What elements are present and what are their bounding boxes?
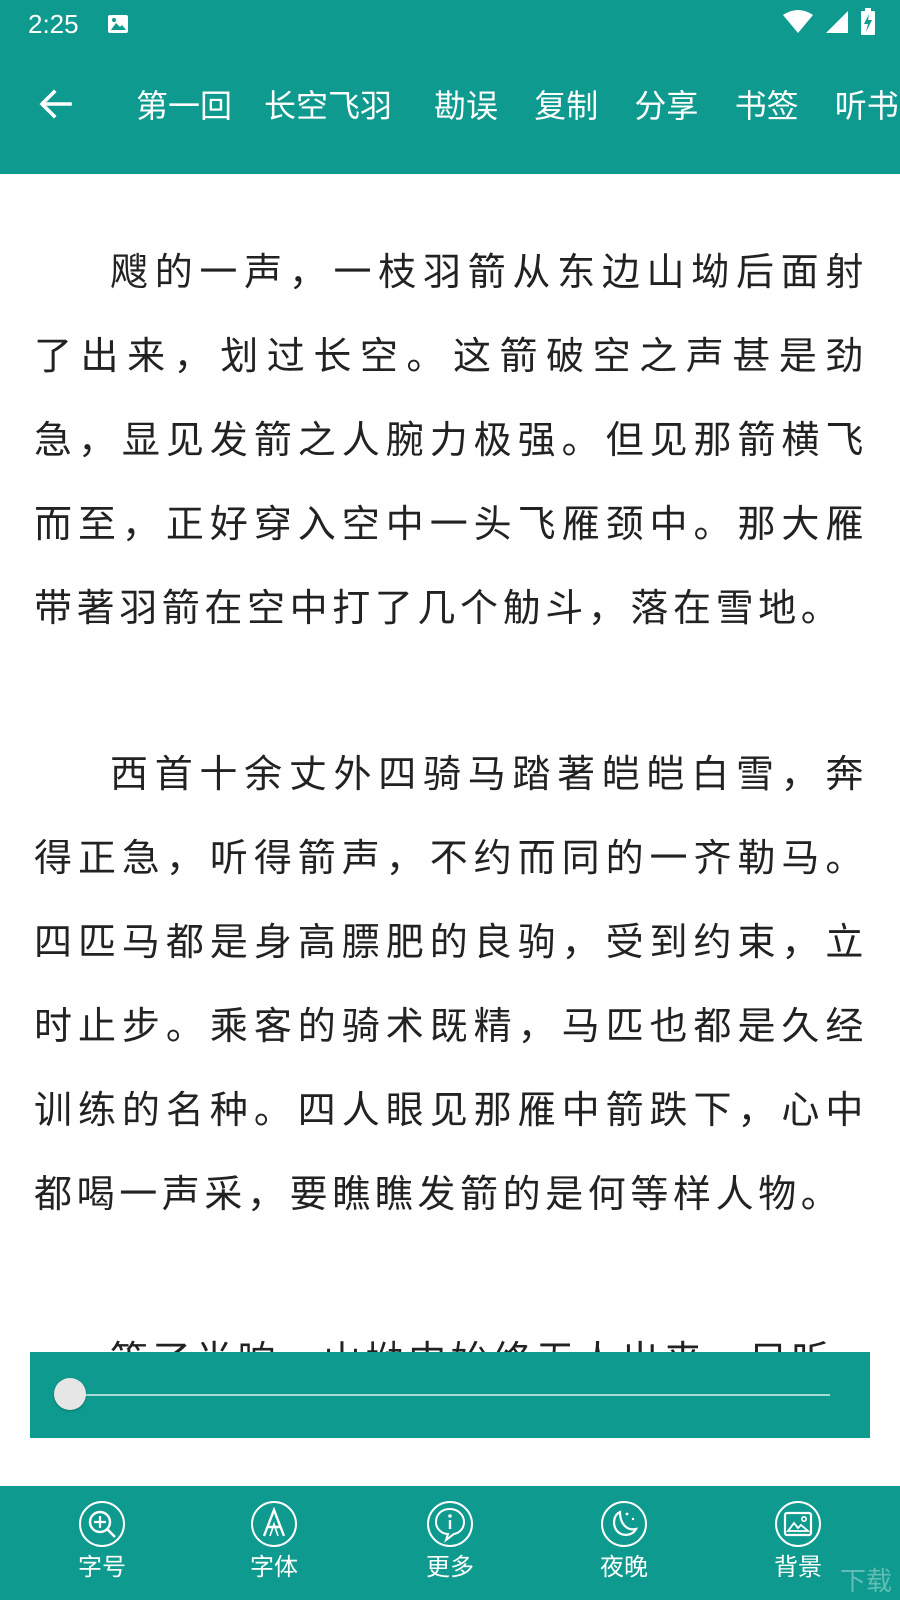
arrow-left-icon (38, 86, 74, 126)
status-icons (782, 8, 876, 40)
bottom-menu: 字号 字体 更多 夜晚 背景 下载 (0, 1486, 900, 1600)
copy-button[interactable]: 复制 (534, 84, 598, 128)
status-time: 2:25 (28, 9, 79, 39)
chapter-number: 第一回 (136, 87, 233, 125)
more-label: 更多 (426, 1553, 474, 1581)
chapter-name: 长空飞羽 (264, 87, 393, 125)
toolbar-actions: 勘误 复制 分享 书签 听书 (434, 84, 899, 128)
reader-toolbar: 第一回 长空飞羽 勘误 复制 分享 书签 听书 (0, 48, 900, 174)
progress-panel (30, 1352, 870, 1438)
share-button[interactable]: 分享 (634, 84, 698, 128)
font-label: 字体 (250, 1553, 298, 1581)
image-icon (106, 12, 130, 36)
more-button[interactable]: 更多 (390, 1500, 510, 1594)
font-button[interactable]: 字体 (214, 1500, 334, 1594)
font-size-button[interactable]: 字号 (42, 1500, 162, 1594)
listen-button[interactable]: 听书 (835, 84, 899, 128)
font-size-label: 字号 (78, 1553, 126, 1581)
correction-button[interactable]: 勘误 (434, 84, 498, 128)
wifi-icon (782, 9, 814, 39)
progress-slider-thumb[interactable] (54, 1378, 86, 1410)
night-mode-label: 夜晚 (600, 1553, 648, 1581)
battery-charging-icon (860, 8, 876, 40)
night-mode-button[interactable]: 夜晚 (564, 1500, 684, 1594)
watermark: 下载 (839, 1567, 892, 1597)
paragraph: 西首十余丈外四骑马踏著皑皑白雪，奔得正急，听得箭声，不约而同的一齐勒马。四匹马都… (34, 752, 868, 1216)
bookmark-button[interactable]: 书签 (735, 84, 799, 128)
progress-track[interactable] (70, 1394, 830, 1396)
paragraph: 飕的一声，一枝羽箭从东边山坳后面射了出来，划过长空。这箭破空之声甚是劲急，显见发… (34, 250, 868, 630)
signal-icon (824, 9, 850, 39)
moon-icon (600, 1500, 648, 1548)
status-bar: 2:25 (0, 0, 900, 48)
info-icon (426, 1500, 474, 1548)
image-frame-icon (774, 1500, 822, 1548)
chapter-title: 第一回 长空飞羽 (136, 84, 392, 128)
zoom-plus-icon (78, 1500, 126, 1548)
chapter-content[interactable]: 飕的一声，一枝羽箭从东边山坳后面射了出来，划过长空。这箭破空之声甚是劲急，显见发… (34, 230, 868, 1490)
font-a-icon (250, 1500, 298, 1548)
back-button[interactable] (30, 80, 82, 132)
